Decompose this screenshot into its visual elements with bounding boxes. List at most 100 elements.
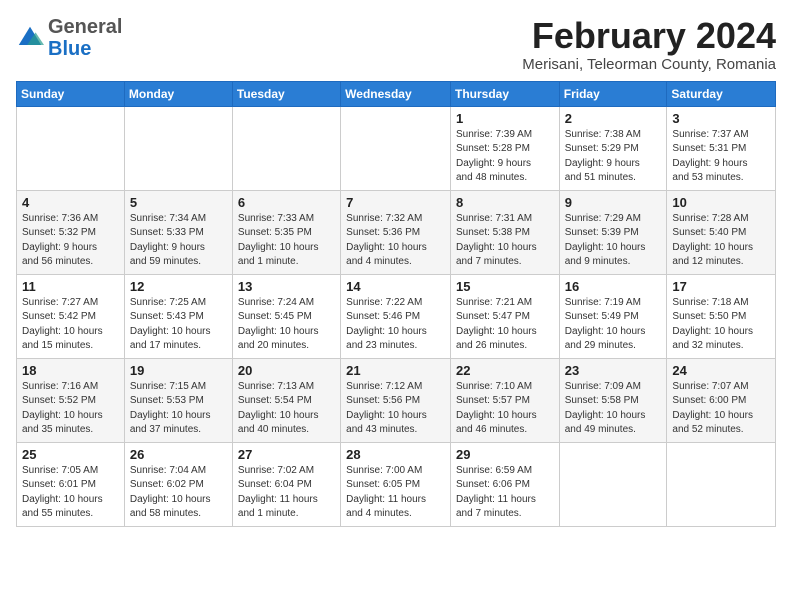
calendar-cell	[17, 106, 125, 190]
logo-icon	[16, 24, 44, 52]
calendar-cell: 13Sunrise: 7:24 AMSunset: 5:45 PMDayligh…	[232, 274, 340, 358]
day-info: Sunrise: 7:39 AMSunset: 5:28 PMDaylight:…	[456, 128, 554, 186]
day-info: Sunrise: 7:12 AMSunset: 5:56 PMDaylight:…	[346, 380, 445, 438]
weekday-header-tuesday: Tuesday	[232, 81, 340, 106]
day-info: Sunrise: 7:02 AMSunset: 6:04 PMDaylight:…	[238, 464, 335, 522]
calendar-cell: 25 Sunrise: 7:05 AMSunset: 6:01 PMDayligh…	[17, 442, 125, 526]
day-info: Sunrise: 7:32 AMSunset: 5:36 PMDaylight:…	[346, 212, 445, 270]
day-number: 18	[22, 363, 119, 378]
day-number: 29	[456, 447, 554, 462]
calendar-cell	[559, 442, 667, 526]
calendar-cell: 24 Sunrise: 7:07 AMSunset: 6:00 PMDayligh…	[667, 358, 776, 442]
calendar-cell	[124, 106, 232, 190]
calendar-cell: 4Sunrise: 7:36 AMSunset: 5:32 PMDaylight…	[17, 190, 125, 274]
day-info: Sunrise: 7:29 AMSunset: 5:39 PMDaylight:…	[565, 212, 662, 270]
calendar-cell: 6 Sunrise: 7:33 AMSunset: 5:35 PMDaylight…	[232, 190, 340, 274]
day-info: Sunrise: 7:31 AMSunset: 5:38 PMDaylight:…	[456, 212, 554, 270]
day-info: Sunrise: 7:07 AMSunset: 6:00 PMDaylight:…	[672, 380, 770, 438]
day-info: Sunrise: 7:25 AMSunset: 5:43 PMDaylight:…	[130, 296, 227, 354]
day-info: Sunrise: 7:27 AMSunset: 5:42 PMDaylight:…	[22, 296, 119, 354]
calendar-body: 1 Sunrise: 7:39 AMSunset: 5:28 PMDaylight…	[17, 106, 776, 526]
day-number: 19	[130, 363, 227, 378]
week-row-2: 4Sunrise: 7:36 AMSunset: 5:32 PMDaylight…	[17, 190, 776, 274]
weekday-header-friday: Friday	[559, 81, 667, 106]
day-info: Sunrise: 7:13 AMSunset: 5:54 PMDaylight:…	[238, 380, 335, 438]
day-number: 27	[238, 447, 335, 462]
weekday-header-sunday: Sunday	[17, 81, 125, 106]
day-number: 21	[346, 363, 445, 378]
calendar-cell	[667, 442, 776, 526]
day-number: 5	[130, 195, 227, 210]
day-number: 24	[672, 363, 770, 378]
logo-text: General Blue	[48, 16, 122, 60]
calendar-cell: 26 Sunrise: 7:04 AMSunset: 6:02 PMDayligh…	[124, 442, 232, 526]
calendar-cell: 27 Sunrise: 7:02 AMSunset: 6:04 PMDayligh…	[232, 442, 340, 526]
calendar-cell	[232, 106, 340, 190]
day-info: Sunrise: 7:37 AMSunset: 5:31 PMDaylight:…	[672, 128, 770, 186]
calendar-cell: 9 Sunrise: 7:29 AMSunset: 5:39 PMDaylight…	[559, 190, 667, 274]
day-info: Sunrise: 7:09 AMSunset: 5:58 PMDaylight:…	[565, 380, 662, 438]
day-info: Sunrise: 6:59 AMSunset: 6:06 PMDaylight:…	[456, 464, 554, 522]
calendar-cell: 2 Sunrise: 7:38 AMSunset: 5:29 PMDaylight…	[559, 106, 667, 190]
day-number: 6	[238, 195, 335, 210]
week-row-3: 11 Sunrise: 7:27 AMSunset: 5:42 PMDayligh…	[17, 274, 776, 358]
day-number: 3	[672, 111, 770, 126]
calendar-cell: 23 Sunrise: 7:09 AMSunset: 5:58 PMDayligh…	[559, 358, 667, 442]
calendar-cell: 7Sunrise: 7:32 AMSunset: 5:36 PMDaylight…	[341, 190, 451, 274]
calendar-cell: 28 Sunrise: 7:00 AMSunset: 6:05 PMDayligh…	[341, 442, 451, 526]
day-info: Sunrise: 7:33 AMSunset: 5:35 PMDaylight:…	[238, 212, 335, 270]
weekday-header-row: SundayMondayTuesdayWednesdayThursdayFrid…	[17, 81, 776, 106]
day-info: Sunrise: 7:04 AMSunset: 6:02 PMDaylight:…	[130, 464, 227, 522]
day-number: 22	[456, 363, 554, 378]
day-number: 1	[456, 111, 554, 126]
header: General Blue February 2024 Merisani, Tel…	[16, 16, 776, 73]
day-number: 10	[672, 195, 770, 210]
weekday-header-saturday: Saturday	[667, 81, 776, 106]
logo-general: General	[48, 16, 122, 38]
calendar-cell: 21 Sunrise: 7:12 AMSunset: 5:56 PMDayligh…	[341, 358, 451, 442]
calendar-cell: 10Sunrise: 7:28 AMSunset: 5:40 PMDayligh…	[667, 190, 776, 274]
weekday-header-wednesday: Wednesday	[341, 81, 451, 106]
day-number: 2	[565, 111, 662, 126]
calendar-cell: 14 Sunrise: 7:22 AMSunset: 5:46 PMDayligh…	[341, 274, 451, 358]
day-number: 12	[130, 279, 227, 294]
day-number: 28	[346, 447, 445, 462]
calendar-cell: 1 Sunrise: 7:39 AMSunset: 5:28 PMDaylight…	[450, 106, 559, 190]
calendar-cell: 22 Sunrise: 7:10 AMSunset: 5:57 PMDayligh…	[450, 358, 559, 442]
day-number: 9	[565, 195, 662, 210]
day-number: 25	[22, 447, 119, 462]
day-number: 26	[130, 447, 227, 462]
week-row-4: 18Sunrise: 7:16 AMSunset: 5:52 PMDayligh…	[17, 358, 776, 442]
day-info: Sunrise: 7:10 AMSunset: 5:57 PMDaylight:…	[456, 380, 554, 438]
day-number: 4	[22, 195, 119, 210]
calendar-cell: 3 Sunrise: 7:37 AMSunset: 5:31 PMDaylight…	[667, 106, 776, 190]
weekday-header-monday: Monday	[124, 81, 232, 106]
calendar: SundayMondayTuesdayWednesdayThursdayFrid…	[16, 81, 776, 527]
calendar-cell: 11 Sunrise: 7:27 AMSunset: 5:42 PMDayligh…	[17, 274, 125, 358]
day-number: 14	[346, 279, 445, 294]
day-info: Sunrise: 7:05 AMSunset: 6:01 PMDaylight:…	[22, 464, 119, 522]
day-number: 20	[238, 363, 335, 378]
calendar-header: SundayMondayTuesdayWednesdayThursdayFrid…	[17, 81, 776, 106]
calendar-cell: 29 Sunrise: 6:59 AMSunset: 6:06 PMDayligh…	[450, 442, 559, 526]
day-info: Sunrise: 7:38 AMSunset: 5:29 PMDaylight:…	[565, 128, 662, 186]
logo-blue: Blue	[48, 38, 91, 60]
week-row-5: 25 Sunrise: 7:05 AMSunset: 6:01 PMDayligh…	[17, 442, 776, 526]
calendar-cell: 15 Sunrise: 7:21 AMSunset: 5:47 PMDayligh…	[450, 274, 559, 358]
day-info: Sunrise: 7:22 AMSunset: 5:46 PMDaylight:…	[346, 296, 445, 354]
calendar-cell: 20 Sunrise: 7:13 AMSunset: 5:54 PMDayligh…	[232, 358, 340, 442]
day-info: Sunrise: 7:15 AMSunset: 5:53 PMDaylight:…	[130, 380, 227, 438]
day-number: 11	[22, 279, 119, 294]
calendar-cell: 18Sunrise: 7:16 AMSunset: 5:52 PMDayligh…	[17, 358, 125, 442]
location-subtitle: Merisani, Teleorman County, Romania	[522, 56, 776, 73]
day-info: Sunrise: 7:18 AMSunset: 5:50 PMDaylight:…	[672, 296, 770, 354]
day-number: 15	[456, 279, 554, 294]
day-info: Sunrise: 7:00 AMSunset: 6:05 PMDaylight:…	[346, 464, 445, 522]
day-info: Sunrise: 7:21 AMSunset: 5:47 PMDaylight:…	[456, 296, 554, 354]
month-title: February 2024	[522, 16, 776, 56]
day-number: 8	[456, 195, 554, 210]
calendar-cell: 17Sunrise: 7:18 AMSunset: 5:50 PMDayligh…	[667, 274, 776, 358]
calendar-cell: 16Sunrise: 7:19 AMSunset: 5:49 PMDayligh…	[559, 274, 667, 358]
calendar-cell: 8 Sunrise: 7:31 AMSunset: 5:38 PMDaylight…	[450, 190, 559, 274]
day-number: 23	[565, 363, 662, 378]
